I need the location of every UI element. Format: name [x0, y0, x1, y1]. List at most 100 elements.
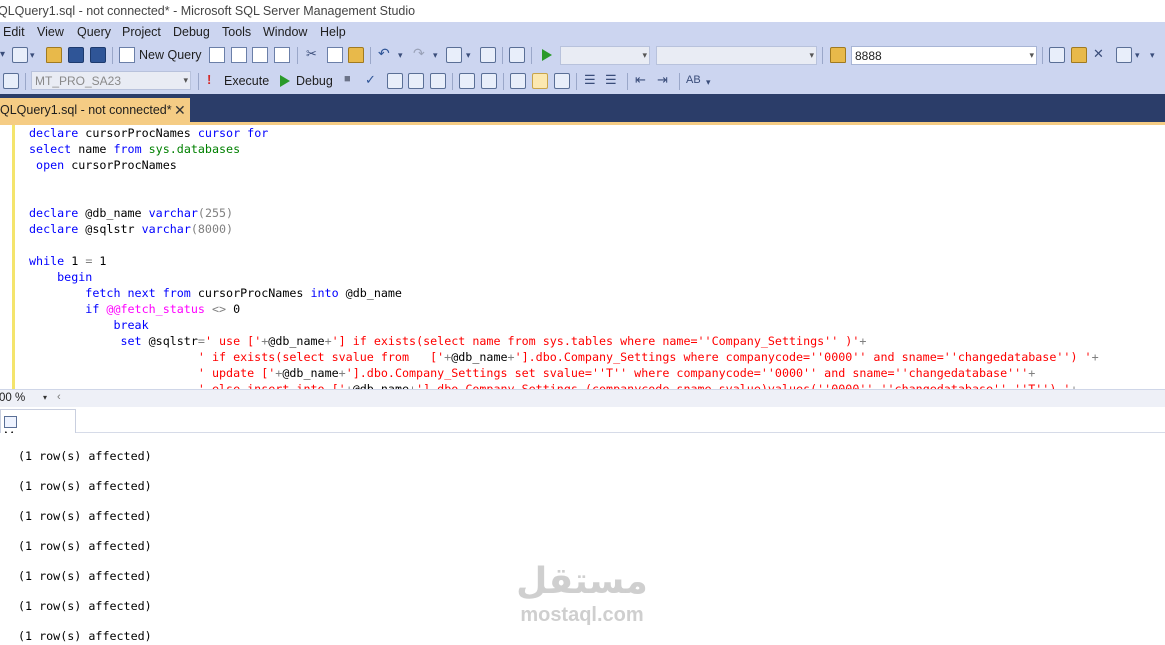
redo-icon[interactable]: ↷ [413, 45, 425, 62]
display-plan-icon[interactable] [387, 73, 403, 89]
comment-out-icon[interactable]: ☰ [584, 72, 596, 88]
code-token: cursorProcNames [71, 158, 177, 172]
code-token: 0 [233, 302, 241, 316]
connect-icon[interactable] [3, 73, 19, 89]
query-editor[interactable]: declare cursorProcNames cursor for select… [0, 125, 1165, 389]
navigate-backward-icon[interactable] [446, 47, 462, 63]
code-token: ' if exists(select svalue from [' [197, 350, 445, 364]
solution-config-combo[interactable]: ▾ [560, 46, 650, 65]
cancel-query-icon[interactable]: ■ [344, 73, 351, 85]
tools-icon[interactable]: ✕ [1093, 46, 1104, 62]
activity-monitor-icon[interactable] [509, 47, 525, 63]
start-icon[interactable] [542, 49, 552, 61]
open-file-icon[interactable] [46, 47, 62, 63]
available-databases-combo[interactable]: MT_PRO_SA23 ▾ [31, 71, 191, 90]
chevron-down-icon[interactable]: ▾ [466, 50, 471, 61]
code-line: break [29, 317, 1099, 333]
properties-window-icon[interactable] [1116, 47, 1132, 63]
watermark-arabic: مستقل [516, 561, 648, 602]
execute-icon[interactable]: ! [207, 72, 211, 87]
close-icon[interactable]: ✕ [174, 102, 186, 119]
chevron-down-icon[interactable]: ▾ [30, 50, 35, 61]
results-to-text-icon[interactable] [510, 73, 526, 89]
code-token: fetch next from [29, 286, 198, 300]
save-all-icon[interactable] [90, 47, 106, 63]
menu-project[interactable]: Project [122, 25, 161, 39]
navigate-forward-icon[interactable] [480, 47, 496, 63]
code-token: for [247, 126, 269, 140]
dmx-query-icon[interactable] [252, 47, 268, 63]
debug-icon[interactable] [280, 75, 290, 87]
cut-icon[interactable]: ✂ [306, 46, 317, 62]
increase-indent-icon[interactable]: ⇥ [657, 72, 668, 88]
tab-messages[interactable]: Messages [0, 409, 76, 443]
include-plan-icon[interactable] [459, 73, 475, 89]
watermark-logo: مستقل mostaql.com [507, 560, 657, 626]
decrease-indent-icon[interactable]: ⇤ [635, 72, 646, 88]
uncomment-icon[interactable]: ☰ [605, 72, 617, 88]
intellisense-icon[interactable] [430, 73, 446, 89]
code-token: + [338, 366, 346, 380]
code-line: open cursorProcNames [29, 157, 1099, 173]
new-query-icon[interactable] [119, 47, 135, 63]
tab-sqlquery1[interactable]: QLQuery1.sql - not connected* ✕ [0, 98, 190, 122]
code-token: @db_name [451, 350, 508, 364]
toolbar-separator [452, 73, 453, 90]
undo-icon[interactable]: ↶ [378, 45, 390, 62]
code-token: '].dbo.Company_Settings (companycode,sna… [416, 382, 1071, 389]
new-project-icon[interactable] [12, 47, 28, 63]
specify-template-values-icon[interactable]: AB [686, 74, 701, 86]
code-token: @db_name [352, 382, 410, 389]
object-explorer-icon[interactable] [1071, 47, 1087, 63]
scroll-left-icon[interactable]: ‹ [57, 391, 61, 403]
code-token: = [85, 254, 100, 268]
paste-icon[interactable] [348, 47, 364, 63]
chevron-down-icon[interactable]: ▾ [433, 50, 438, 61]
copy-icon[interactable] [327, 47, 343, 63]
menu-help[interactable]: Help [320, 25, 346, 39]
code-area[interactable]: declare cursorProcNames cursor for select… [29, 125, 1099, 389]
code-token: + [859, 334, 867, 348]
menu-tools[interactable]: Tools [222, 25, 251, 39]
code-token: @db_name [85, 206, 149, 220]
registered-servers-icon[interactable] [1049, 47, 1065, 63]
xmla-query-icon[interactable] [274, 47, 290, 63]
code-token: @sqlstr [85, 222, 142, 236]
platform-combo[interactable]: ▾ [656, 46, 817, 65]
menu-edit[interactable]: Edit [3, 25, 25, 39]
code-token: cursorProcNames [85, 126, 198, 140]
toolbar-separator [576, 73, 577, 90]
results-to-grid-icon[interactable] [532, 73, 548, 89]
new-query-button[interactable]: New Query [139, 48, 202, 62]
execute-button[interactable]: Execute [224, 74, 269, 88]
menu-window[interactable]: Window [263, 25, 307, 39]
menu-debug[interactable]: Debug [173, 25, 210, 39]
code-line: if @@fetch_status <> 0 [29, 301, 1099, 317]
menu-query[interactable]: Query [77, 25, 111, 39]
code-token: varchar [148, 206, 198, 220]
database-engine-query-icon[interactable] [209, 47, 225, 63]
parse-icon[interactable]: ✓ [365, 72, 376, 88]
toolbar-overflow-icon[interactable]: ▾ [1150, 50, 1155, 61]
chevron-down-icon[interactable]: ▾ [398, 50, 403, 61]
menu-view[interactable]: View [37, 25, 64, 39]
client-stats-icon[interactable] [481, 73, 497, 89]
chevron-down-icon[interactable]: ▾ [1135, 50, 1140, 61]
analysis-query-icon[interactable] [231, 47, 247, 63]
zoom-combo[interactable]: 00 % ▾ [0, 391, 49, 407]
message-line: (1 row(s) affected) [18, 449, 152, 463]
find-in-files-icon[interactable] [830, 47, 846, 63]
save-icon[interactable] [68, 47, 84, 63]
code-token: @db_name [345, 286, 402, 300]
message-line: (1 row(s) affected) [18, 599, 152, 613]
find-combo[interactable]: 8888 ▾ [851, 46, 1037, 65]
code-line: while 1 = 1 [29, 253, 1099, 269]
debug-button[interactable]: Debug [296, 74, 333, 88]
toolbar-overflow-icon[interactable]: ▾ [706, 77, 711, 88]
dropdown-arrow-icon[interactable]: ▾ [0, 49, 5, 60]
code-token: @db_name [282, 366, 339, 380]
results-to-file-icon[interactable] [554, 73, 570, 89]
chevron-down-icon: ▾ [42, 393, 47, 402]
query-designer-icon[interactable] [408, 73, 424, 89]
